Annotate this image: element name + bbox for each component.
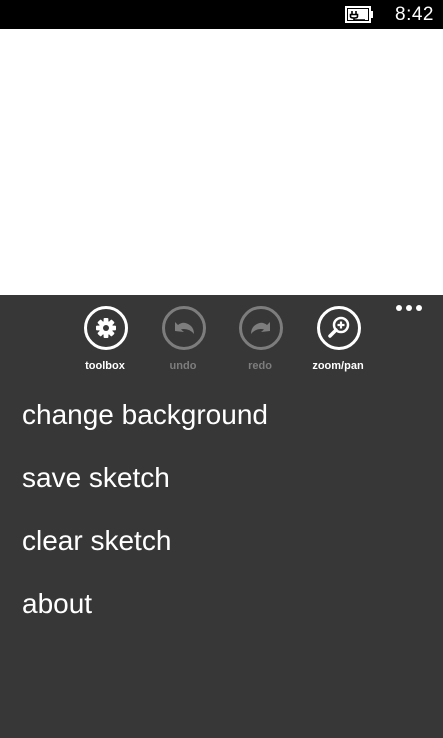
- menu-item-change-background[interactable]: change background: [22, 399, 268, 462]
- redo-label: redo: [248, 360, 272, 372]
- menu-item-clear-sketch[interactable]: clear sketch: [22, 525, 268, 588]
- zoom-pan-button[interactable]: zoom/pan: [298, 304, 378, 374]
- gear-icon: [96, 318, 116, 338]
- undo-button[interactable]: undo: [143, 304, 223, 374]
- undo-label: undo: [169, 360, 197, 372]
- sketch-canvas[interactable]: [0, 29, 443, 295]
- zoom-pan-label: zoom/pan: [312, 360, 364, 372]
- phone-screen: 8:42 toolbox undo redo zoom/pan change b…: [0, 0, 443, 738]
- toolbox-button[interactable]: toolbox: [65, 304, 145, 374]
- clock: 8:42: [395, 4, 434, 25]
- redo-button[interactable]: redo: [220, 304, 300, 374]
- menu-item-about[interactable]: about: [22, 588, 268, 651]
- zoom-in-icon: [328, 316, 350, 338]
- application-bar: toolbox undo redo zoom/pan change backgr…: [0, 295, 443, 738]
- menu-item-save-sketch[interactable]: save sketch: [22, 462, 268, 525]
- toolbox-label: toolbox: [85, 360, 125, 372]
- battery-charging-icon: [345, 6, 373, 23]
- redo-arrow-icon: [251, 322, 270, 334]
- ellipsis-icon[interactable]: [393, 299, 425, 319]
- app-bar-menu: change background save sketch clear sket…: [22, 399, 268, 651]
- undo-arrow-icon: [175, 322, 194, 334]
- status-bar: 8:42: [0, 0, 443, 29]
